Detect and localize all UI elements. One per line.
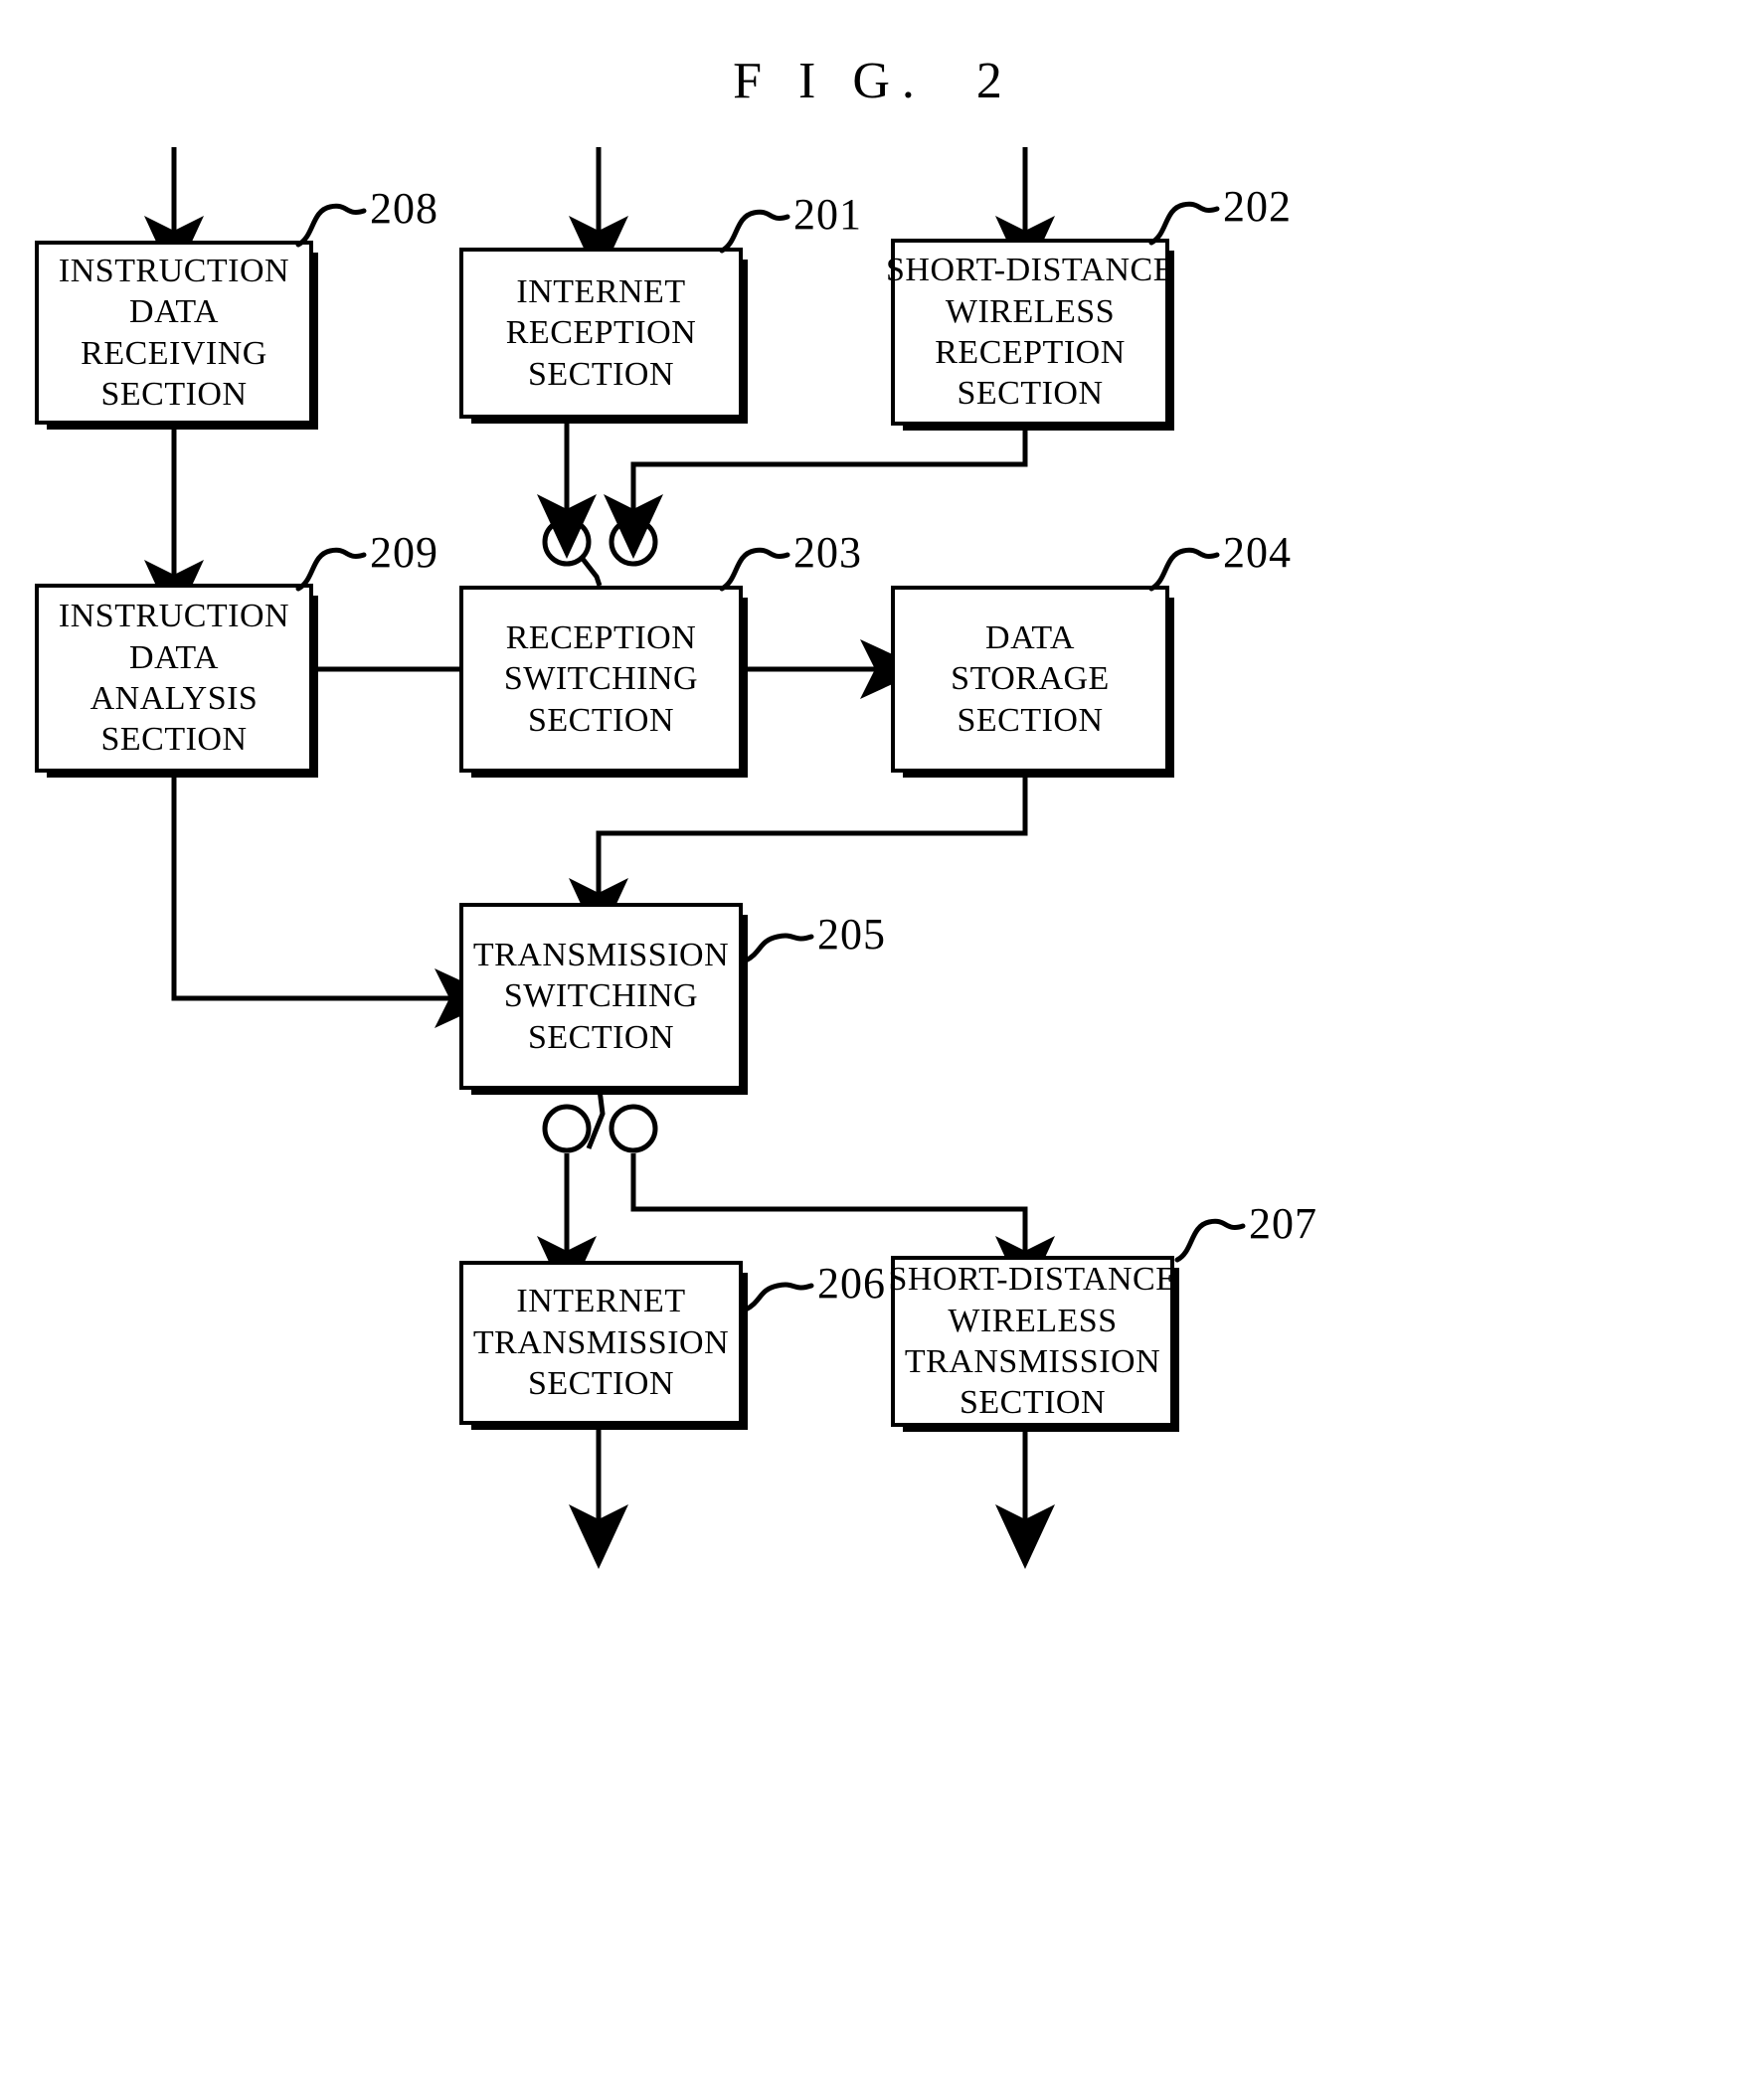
switch-contact-right-lower bbox=[609, 1104, 658, 1153]
leader-line-208 bbox=[295, 203, 367, 248]
leader-line-202 bbox=[1148, 201, 1220, 246]
reference-numeral-206: 206 bbox=[817, 1259, 886, 1308]
reference-numeral-207: 207 bbox=[1249, 1199, 1317, 1248]
switch-contact-left-upper bbox=[542, 517, 592, 567]
switch-and-leader-layer bbox=[295, 201, 1246, 1312]
leader-line-204 bbox=[1148, 547, 1220, 592]
reference-numeral-205: 205 bbox=[817, 910, 886, 959]
leader-line-209 bbox=[295, 547, 367, 592]
reference-numeral-208: 208 bbox=[370, 184, 438, 233]
patent-figure-page: F I G. 2 INSTRUCTION DATA RECEIVING SECT… bbox=[0, 0, 1747, 2100]
leader-line-207 bbox=[1174, 1218, 1246, 1263]
reference-numeral-204: 204 bbox=[1223, 528, 1292, 577]
reference-numeral-201: 201 bbox=[793, 190, 862, 239]
leader-line-201 bbox=[719, 209, 790, 254]
leader-line-205 bbox=[743, 933, 814, 963]
switch-contact-left-lower bbox=[542, 1104, 592, 1153]
leader-line-203 bbox=[719, 547, 790, 592]
reference-numeral-209: 209 bbox=[370, 528, 438, 577]
reference-numeral-202: 202 bbox=[1223, 182, 1292, 231]
reference-numeral-203: 203 bbox=[793, 528, 862, 577]
leader-line-206 bbox=[743, 1282, 814, 1312]
switch-contact-right-upper bbox=[609, 517, 658, 567]
